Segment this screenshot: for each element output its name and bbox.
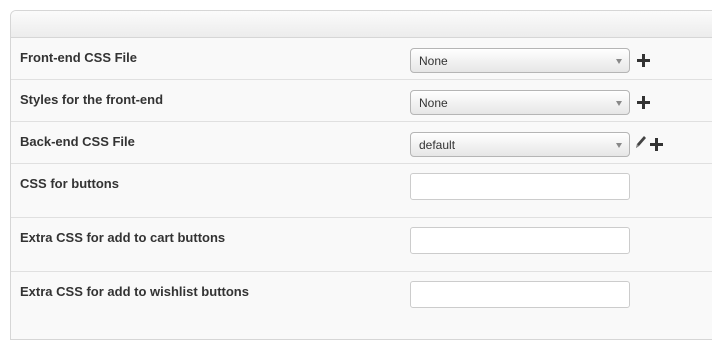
- css-for-buttons-label: CSS for buttons: [20, 176, 119, 191]
- extra-css-wishlist-label: Extra CSS for add to wishlist buttons: [20, 284, 249, 299]
- frontend-styles-label: Styles for the front-end: [20, 92, 164, 107]
- panel-header: [11, 11, 712, 38]
- row-backend-css-file: Back-end CSS File default: [11, 122, 712, 164]
- row-css-for-buttons: CSS for buttons: [11, 164, 712, 218]
- frontend-styles-value: None: [419, 96, 448, 110]
- add-frontend-styles-plus-icon[interactable]: [637, 96, 650, 109]
- extra-css-cart-input[interactable]: [410, 227, 630, 254]
- extra-css-cart-label: Extra CSS for add to cart buttons: [20, 230, 226, 245]
- frontend-styles-select[interactable]: None: [410, 90, 630, 115]
- chevron-down-icon: [616, 143, 622, 148]
- frontend-css-file-select[interactable]: None: [410, 48, 630, 73]
- css-settings-panel: Front-end CSS File None Styles for the f…: [10, 10, 712, 340]
- frontend-css-file-value: None: [419, 54, 448, 68]
- css-for-buttons-input[interactable]: [410, 173, 630, 200]
- edit-pencil-icon[interactable]: [634, 134, 648, 150]
- backend-css-file-value: default: [419, 138, 456, 152]
- row-extra-css-cart: Extra CSS for add to cart buttons: [11, 218, 712, 272]
- add-frontend-css-plus-icon[interactable]: [637, 54, 650, 67]
- row-frontend-styles: Styles for the front-end None: [11, 80, 712, 122]
- row-extra-css-wishlist: Extra CSS for add to wishlist buttons: [11, 272, 712, 326]
- add-backend-css-plus-icon[interactable]: [650, 138, 663, 151]
- backend-css-file-label: Back-end CSS File: [20, 134, 135, 149]
- extra-css-wishlist-input[interactable]: [410, 281, 630, 308]
- row-frontend-css-file: Front-end CSS File None: [11, 38, 712, 80]
- chevron-down-icon: [616, 59, 622, 64]
- chevron-down-icon: [616, 101, 622, 106]
- backend-css-file-select[interactable]: default: [410, 132, 630, 157]
- frontend-css-file-label: Front-end CSS File: [20, 50, 137, 65]
